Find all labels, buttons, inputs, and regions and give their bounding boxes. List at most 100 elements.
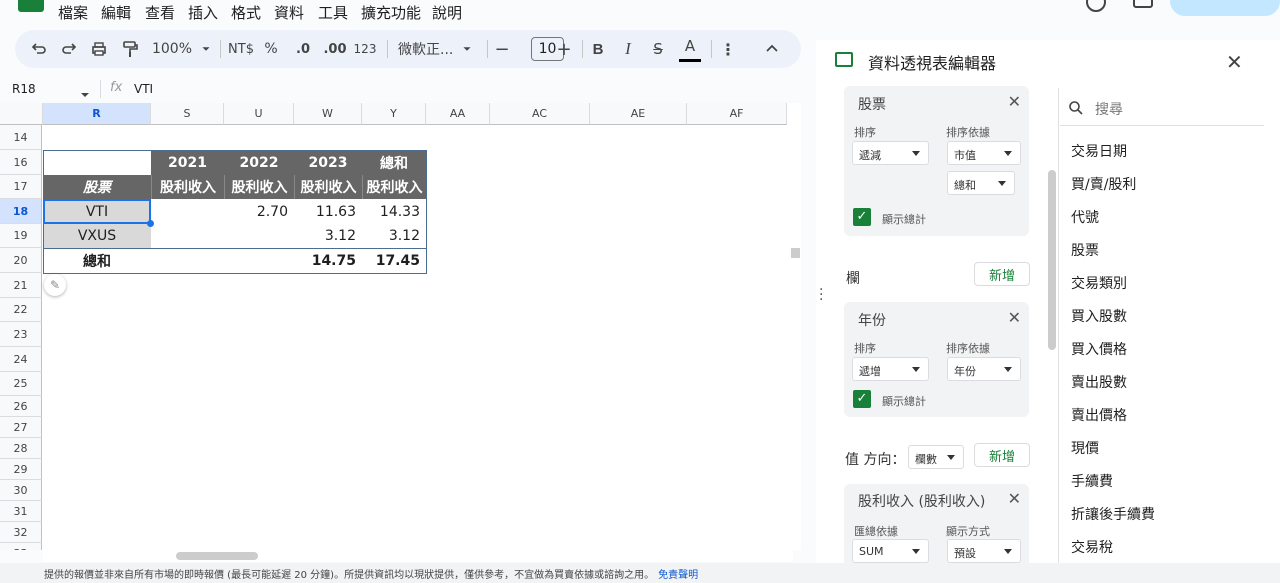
col-header-u[interactable]: U	[224, 103, 294, 125]
decrease-decimal-button[interactable]: .0	[290, 30, 316, 68]
zoom-select[interactable]: 100%	[152, 30, 192, 68]
close-icon[interactable]: ✕	[1226, 50, 1243, 74]
pivot-value-header[interactable]: 股利收入	[151, 175, 224, 199]
pivot-row-header[interactable]: 股票	[43, 175, 151, 199]
show-totals-checkbox[interactable]: ✓	[853, 208, 871, 226]
col-header-y[interactable]: Y	[362, 103, 426, 125]
bold-button[interactable]: B	[588, 30, 608, 68]
field-item[interactable]: 交易類別	[1071, 273, 1127, 293]
sort-by-summary-select[interactable]: 總和	[947, 171, 1015, 195]
pivot-value-header[interactable]: 股利收入	[224, 175, 294, 199]
pivot-total-label[interactable]: 總和	[43, 248, 151, 273]
show-as-select[interactable]: 預設	[947, 539, 1021, 563]
row-header-33[interactable]: 33	[0, 543, 42, 550]
pivot-cell[interactable]: 11.63	[294, 199, 362, 224]
font-select[interactable]: 微軟正...	[398, 30, 454, 68]
formula-input[interactable]: VTI	[134, 82, 153, 96]
name-box-dropdown-icon[interactable]	[80, 84, 90, 103]
menu-extensions[interactable]: 擴充功能	[361, 2, 421, 23]
pivot-year-2021[interactable]: 2021	[151, 150, 224, 175]
field-item[interactable]: 手續費	[1071, 471, 1113, 491]
sheets-logo-icon[interactable]	[18, 0, 44, 12]
row-header-24[interactable]: 24	[0, 347, 42, 372]
field-item[interactable]: 交易稅	[1071, 537, 1113, 557]
menu-insert[interactable]: 插入	[188, 2, 218, 23]
col-header-ae[interactable]: AE	[590, 103, 687, 125]
disclaimer-link[interactable]: 免責聲明	[658, 570, 698, 581]
row-header-28[interactable]: 28	[0, 438, 42, 459]
font-size-decrease-button[interactable]: −	[493, 30, 511, 68]
col-header-r[interactable]: R	[43, 103, 151, 125]
row-header-25[interactable]: 25	[0, 372, 42, 396]
grid-vscroll-thumb[interactable]	[791, 248, 800, 258]
increase-decimal-button[interactable]: .00	[320, 30, 350, 68]
menu-format[interactable]: 格式	[231, 2, 261, 23]
row-header-29[interactable]: 29	[0, 459, 42, 480]
undo-icon[interactable]	[27, 30, 51, 68]
menu-edit[interactable]: 編輯	[101, 2, 131, 23]
row-header-21[interactable]: 21	[0, 273, 42, 298]
field-item[interactable]: 交易日期	[1071, 141, 1127, 161]
menu-data[interactable]: 資料	[274, 2, 304, 23]
row-header-26[interactable]: 26	[0, 396, 42, 417]
col-header-ac[interactable]: AC	[490, 103, 590, 125]
percent-button[interactable]: %	[262, 30, 280, 68]
add-value-button[interactable]: 新增	[974, 443, 1030, 467]
row-header-16[interactable]: 16	[0, 150, 42, 175]
collapse-icon[interactable]	[763, 30, 781, 68]
italic-button[interactable]: I	[618, 30, 638, 68]
row-header-14[interactable]: 14	[0, 125, 42, 150]
menu-view[interactable]: 查看	[145, 2, 175, 23]
pivot-total-cell[interactable]: 14.75	[294, 248, 362, 273]
pivot-cell[interactable]: 3.12	[362, 224, 426, 248]
remove-row-icon[interactable]: ✕	[1008, 92, 1021, 111]
row-header-22[interactable]: 22	[0, 298, 42, 322]
sort-by-select[interactable]: 年份	[947, 357, 1021, 381]
more-vert-icon[interactable]: ⋮	[719, 30, 737, 68]
history-icon[interactable]	[1086, 0, 1106, 12]
font-size-increase-button[interactable]: +	[555, 30, 573, 68]
menu-file[interactable]: 檔案	[58, 2, 88, 23]
row-header-27[interactable]: 27	[0, 417, 42, 438]
pivot-value-header[interactable]: 股利收入	[294, 175, 362, 199]
text-color-button[interactable]: A	[679, 32, 701, 62]
values-direction-select[interactable]: 欄數	[908, 445, 964, 469]
number-format-button[interactable]: 123	[353, 30, 377, 68]
field-item[interactable]: 代號	[1071, 207, 1099, 227]
share-button[interactable]	[1170, 0, 1280, 16]
paint-format-icon[interactable]	[118, 30, 142, 68]
currency-button[interactable]: NT$	[227, 30, 255, 68]
col-header-s[interactable]: S	[151, 103, 224, 125]
drag-handle-icon[interactable]: · · ·	[819, 283, 823, 307]
add-column-button[interactable]: 新增	[974, 262, 1030, 286]
row-header-20[interactable]: 20	[0, 248, 42, 273]
row-header-17[interactable]: 17	[0, 175, 42, 199]
menu-help[interactable]: 說明	[432, 2, 462, 23]
col-header-aa[interactable]: AA	[426, 103, 490, 125]
print-icon[interactable]	[87, 30, 111, 68]
field-item[interactable]: 買入價格	[1071, 339, 1127, 359]
pivot-cell[interactable]: 2.70	[224, 199, 294, 224]
pivot-row-label[interactable]: VTI	[43, 199, 151, 224]
field-item[interactable]: 股票	[1071, 240, 1099, 260]
panel-scroll-thumb[interactable]	[1048, 170, 1056, 350]
field-item[interactable]: 賣出價格	[1071, 405, 1127, 425]
show-totals-checkbox[interactable]: ✓	[853, 390, 871, 408]
remove-value-icon[interactable]: ✕	[1008, 489, 1021, 508]
edit-pencil-icon[interactable]: ✎	[44, 274, 66, 296]
row-header-23[interactable]: 23	[0, 322, 42, 347]
remove-column-icon[interactable]: ✕	[1008, 308, 1021, 327]
pivot-row-label[interactable]: VXUS	[43, 224, 151, 248]
field-search[interactable]: 搜尋	[1060, 90, 1264, 126]
comment-icon[interactable]	[1133, 0, 1153, 8]
order-select[interactable]: 遞減	[852, 141, 929, 165]
field-item[interactable]: 折讓後手續費	[1071, 504, 1155, 524]
field-item[interactable]: 現價	[1071, 438, 1099, 458]
row-header-30[interactable]: 30	[0, 480, 42, 501]
order-select[interactable]: 遞增	[852, 357, 929, 381]
row-header-18[interactable]: 18	[0, 199, 42, 224]
spreadsheet-grid[interactable]: R S U W Y AA AC AE AF 14 16 17 18 19 20 …	[0, 103, 801, 550]
row-header-31[interactable]: 31	[0, 501, 42, 522]
pivot-year-total[interactable]: 總和	[362, 150, 426, 175]
redo-icon[interactable]	[57, 30, 81, 68]
